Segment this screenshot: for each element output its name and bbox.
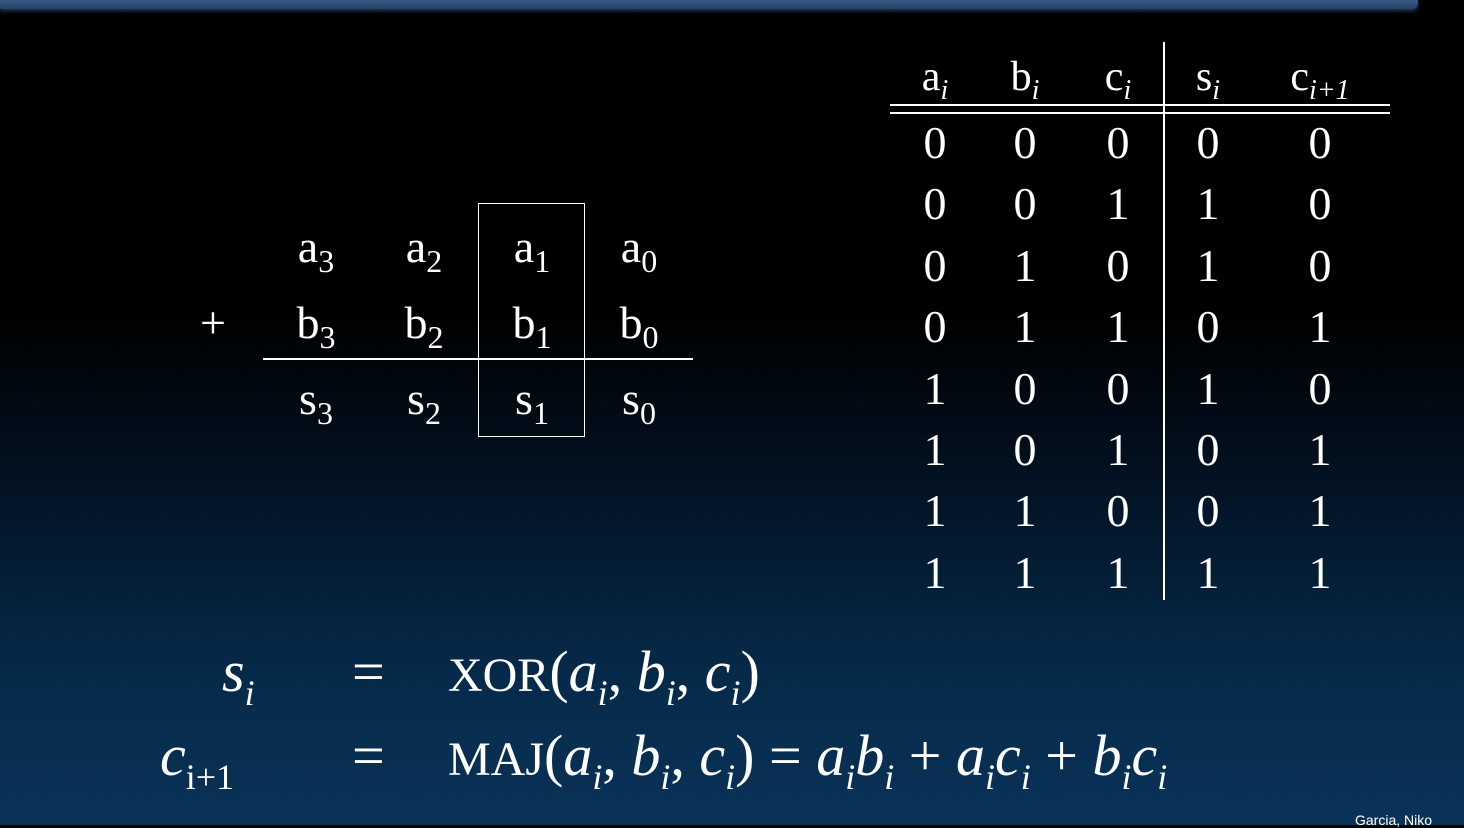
header-ci: ci (1104, 54, 1132, 106)
output-separator (1163, 42, 1165, 600)
truth-table-cell: 0 (1013, 424, 1037, 475)
plus-sign: + (200, 297, 226, 348)
carry-equation: ci+1 = MAJ(ai, bi, ci) = aibi + aici + bic… (160, 723, 1168, 797)
author-credit: Garcia, Niko (1355, 812, 1433, 828)
truth-table-cell: 0 (1308, 117, 1332, 168)
truth-table-cell: 0 (1106, 485, 1130, 536)
truth-table-cell: 0 (1196, 485, 1220, 536)
operand-a2: a2 (405, 221, 443, 279)
truth-table-cell: 1 (1013, 547, 1037, 598)
truth-table-cell: 0 (1196, 117, 1220, 168)
truth-table-cell: 0 (1013, 363, 1037, 414)
truth-table-cell: 0 (923, 240, 947, 291)
truth-table-cell: 0 (923, 117, 947, 168)
truth-table-cell: 1 (923, 547, 947, 598)
operand-a3: a3 (297, 221, 335, 279)
truth-table-cell: 0 (1106, 117, 1130, 168)
truth-table-cell: 0 (1196, 301, 1220, 352)
operand-b3: b3 (296, 297, 336, 355)
sum-equation: si = XOR(ai, bi, ci) (222, 639, 760, 713)
truth-table-cell: 1 (1106, 547, 1130, 598)
header-bi: bi (1010, 54, 1040, 106)
truth-table-cell: 1 (923, 485, 947, 536)
truth-table-cell: 0 (1308, 178, 1332, 229)
header-si: si (1195, 54, 1221, 106)
truth-table-cell: 0 (1106, 240, 1130, 291)
truth-table-cell: 0 (923, 178, 947, 229)
truth-table-cell: 1 (1196, 363, 1220, 414)
truth-table-cell: 1 (1106, 424, 1130, 475)
truth-table-cell: 0 (1013, 117, 1037, 168)
truth-table-cell: 1 (1196, 547, 1220, 598)
truth-table-cell: 0 (1013, 178, 1037, 229)
header-rule-top (890, 104, 1390, 106)
truth-table-cell: 0 (1196, 424, 1220, 475)
operand-b2: b2 (404, 297, 444, 355)
truth-table-cell: 1 (1196, 178, 1220, 229)
truth-table-cell: 1 (1308, 485, 1332, 536)
highlight-column-box (478, 203, 585, 437)
truth-table-cell: 1 (1308, 301, 1332, 352)
truth-table-cell: 1 (923, 363, 947, 414)
truth-table-cell: 1 (1013, 240, 1037, 291)
truth-table-cell: 1 (1196, 240, 1220, 291)
header-ai: ai (921, 54, 949, 106)
truth-table-cell: 0 (923, 301, 947, 352)
truth-table-cell: 0 (1308, 240, 1332, 291)
truth-table-cell: 1 (1013, 485, 1037, 536)
truth-table-cell: 1 (1013, 301, 1037, 352)
truth-table-cell: 0 (1106, 363, 1130, 414)
truth-table-cell: 1 (923, 424, 947, 475)
operand-b0: b0 (619, 297, 659, 355)
truth-table-cell: 1 (1308, 547, 1332, 598)
title-bar-edge (0, 0, 1418, 9)
header-ci1: ci+1 (1290, 54, 1350, 106)
truth-table-cell: 1 (1106, 178, 1130, 229)
operand-a0: a0 (620, 221, 658, 279)
truth-table-cell: 0 (1308, 363, 1332, 414)
sum-s2: s2 (407, 373, 441, 431)
truth-table-cell: 1 (1308, 424, 1332, 475)
truth-table-cell: 1 (1106, 301, 1130, 352)
header-rule-bottom (890, 112, 1390, 114)
sum-s3: s3 (299, 373, 333, 431)
sum-s0: s0 (622, 373, 656, 431)
